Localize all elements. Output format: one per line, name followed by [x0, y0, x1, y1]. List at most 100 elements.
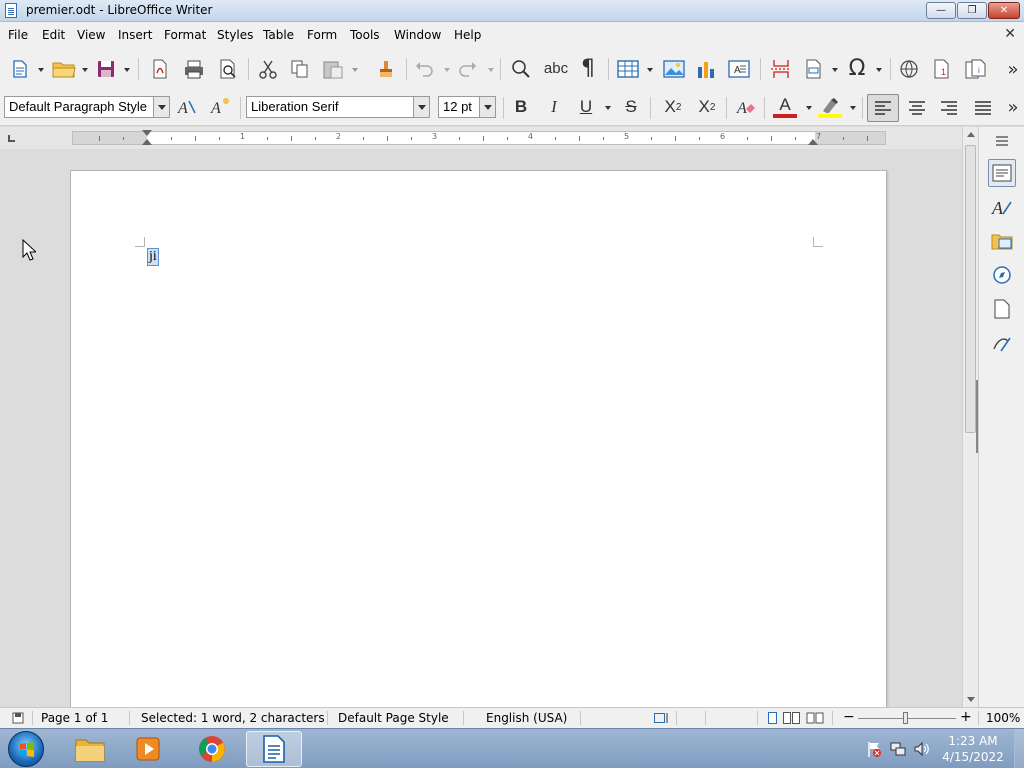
menu-styles[interactable]: Styles	[217, 28, 253, 42]
zoom-slider-handle[interactable]	[903, 712, 908, 724]
scrollbar-thumb[interactable]	[965, 145, 976, 433]
menu-file[interactable]: File	[8, 28, 28, 42]
insert-table-icon[interactable]	[616, 58, 640, 80]
export-pdf-icon[interactable]	[148, 58, 172, 80]
multi-page-view-icon[interactable]	[783, 712, 801, 724]
underline-dropdown-icon[interactable]	[605, 106, 611, 110]
field-dropdown-icon[interactable]	[832, 68, 838, 72]
open-dropdown-icon[interactable]	[82, 68, 88, 72]
first-line-indent-marker[interactable]	[142, 130, 152, 136]
document-area[interactable]	[0, 149, 962, 707]
menu-format[interactable]: Format	[164, 28, 206, 42]
single-page-view-icon[interactable]	[768, 712, 778, 724]
tab-stop-type-icon[interactable]	[8, 135, 15, 142]
font-color-button[interactable]: A	[772, 96, 798, 118]
superscript-button[interactable]: X2	[660, 96, 686, 118]
volume-icon[interactable]	[914, 741, 930, 757]
special-character-icon[interactable]: Ω	[844, 56, 870, 81]
bold-button[interactable]: B	[510, 96, 532, 118]
sidebar-navigator-icon[interactable]	[988, 261, 1016, 289]
show-desktop-button[interactable]	[1014, 729, 1024, 768]
sidebar-properties-icon[interactable]	[988, 159, 1016, 187]
taskbar-chrome[interactable]	[184, 731, 240, 767]
text-language[interactable]: English (USA)	[486, 711, 567, 725]
font-size-dropdown-icon[interactable]	[479, 97, 495, 117]
sidebar-gallery-icon[interactable]	[988, 227, 1016, 255]
redo-icon[interactable]	[456, 58, 480, 80]
menu-insert[interactable]: Insert	[118, 28, 152, 42]
selected-text[interactable]: ji	[147, 248, 159, 266]
insert-text-box-icon[interactable]: A	[726, 58, 752, 80]
align-left-button[interactable]	[867, 94, 899, 122]
page-count[interactable]: Page 1 of 1	[41, 711, 108, 725]
undo-dropdown-icon[interactable]	[444, 68, 450, 72]
zoom-in-button[interactable]: +	[960, 709, 972, 725]
insert-mode-icon[interactable]	[654, 713, 670, 723]
font-name-combo[interactable]: Liberation Serif	[246, 96, 430, 118]
page-style[interactable]: Default Page Style	[338, 711, 449, 725]
zoom-level[interactable]: 100%	[986, 711, 1020, 725]
insert-image-icon[interactable]	[662, 58, 686, 80]
menu-help[interactable]: Help	[454, 28, 481, 42]
close-document-icon[interactable]: ✕	[1004, 26, 1016, 42]
open-folder-icon[interactable]	[50, 58, 78, 80]
clear-formatting-icon[interactable]: A	[734, 96, 758, 118]
menu-table[interactable]: Table	[263, 28, 294, 42]
justify-button[interactable]	[970, 96, 996, 120]
special-character-dropdown-icon[interactable]	[876, 68, 882, 72]
action-center-flag-icon[interactable]	[866, 741, 882, 757]
paragraph-style-combo[interactable]: Default Paragraph Style	[4, 96, 170, 118]
insert-field-icon[interactable]	[802, 58, 826, 80]
sidebar-styles-icon[interactable]: A	[988, 193, 1016, 221]
update-style-icon[interactable]: A	[176, 96, 200, 118]
system-clock[interactable]: 1:23 AM 4/15/2022	[938, 733, 1008, 765]
spelling-icon[interactable]: abc	[542, 56, 570, 80]
new-document-icon[interactable]	[8, 58, 32, 80]
close-window-button[interactable]: ✕	[988, 2, 1020, 19]
menu-form[interactable]: Form	[307, 28, 337, 42]
paste-dropdown-icon[interactable]	[352, 68, 358, 72]
more-formatting-tools-icon[interactable]: »	[1004, 96, 1022, 118]
left-indent-marker[interactable]	[142, 139, 152, 145]
paragraph-style-dropdown-icon[interactable]	[153, 97, 169, 117]
document-modified-icon[interactable]	[12, 712, 24, 724]
start-button[interactable]	[8, 731, 44, 767]
insert-endnote-icon[interactable]: i	[962, 58, 990, 80]
scroll-down-icon[interactable]	[967, 697, 975, 702]
redo-dropdown-icon[interactable]	[488, 68, 494, 72]
menu-edit[interactable]: Edit	[42, 28, 65, 42]
insert-chart-icon[interactable]	[694, 58, 718, 80]
font-size-combo[interactable]: 12 pt	[438, 96, 496, 118]
undo-icon[interactable]	[412, 58, 436, 80]
insert-page-break-icon[interactable]	[768, 58, 794, 80]
print-icon[interactable]	[182, 58, 206, 80]
more-standard-tools-icon[interactable]: »	[1004, 58, 1022, 80]
maximize-button[interactable]: ❐	[957, 2, 987, 19]
menu-window[interactable]: Window	[394, 28, 441, 42]
align-center-button[interactable]	[904, 96, 930, 120]
minimize-button[interactable]: —	[926, 2, 956, 19]
print-preview-icon[interactable]	[216, 58, 240, 80]
scroll-up-icon[interactable]	[967, 132, 975, 137]
zoom-out-button[interactable]: −	[843, 709, 855, 725]
sidebar-menu-icon[interactable]	[988, 131, 1016, 151]
taskbar-media-player[interactable]	[120, 731, 176, 767]
find-replace-icon[interactable]	[508, 58, 534, 80]
document-page[interactable]	[70, 170, 887, 707]
new-dropdown-icon[interactable]	[38, 68, 44, 72]
network-icon[interactable]	[890, 741, 906, 757]
strikethrough-button[interactable]: S	[620, 96, 642, 118]
insert-footnote-icon[interactable]: 1	[930, 58, 954, 80]
highlight-dropdown-icon[interactable]	[850, 106, 856, 110]
menu-view[interactable]: View	[77, 28, 105, 42]
align-right-button[interactable]	[936, 96, 962, 120]
font-color-dropdown-icon[interactable]	[806, 106, 812, 110]
taskbar-libreoffice-writer[interactable]	[246, 731, 302, 767]
copy-icon[interactable]	[288, 58, 312, 80]
selection-word-count[interactable]: Selected: 1 word, 2 characters	[141, 711, 325, 725]
cut-icon[interactable]	[256, 58, 280, 80]
taskbar-file-explorer[interactable]	[62, 731, 118, 767]
formatting-marks-icon[interactable]: ¶	[576, 56, 600, 81]
sidebar-manage-changes-icon[interactable]	[988, 329, 1016, 357]
table-dropdown-icon[interactable]	[647, 68, 653, 72]
